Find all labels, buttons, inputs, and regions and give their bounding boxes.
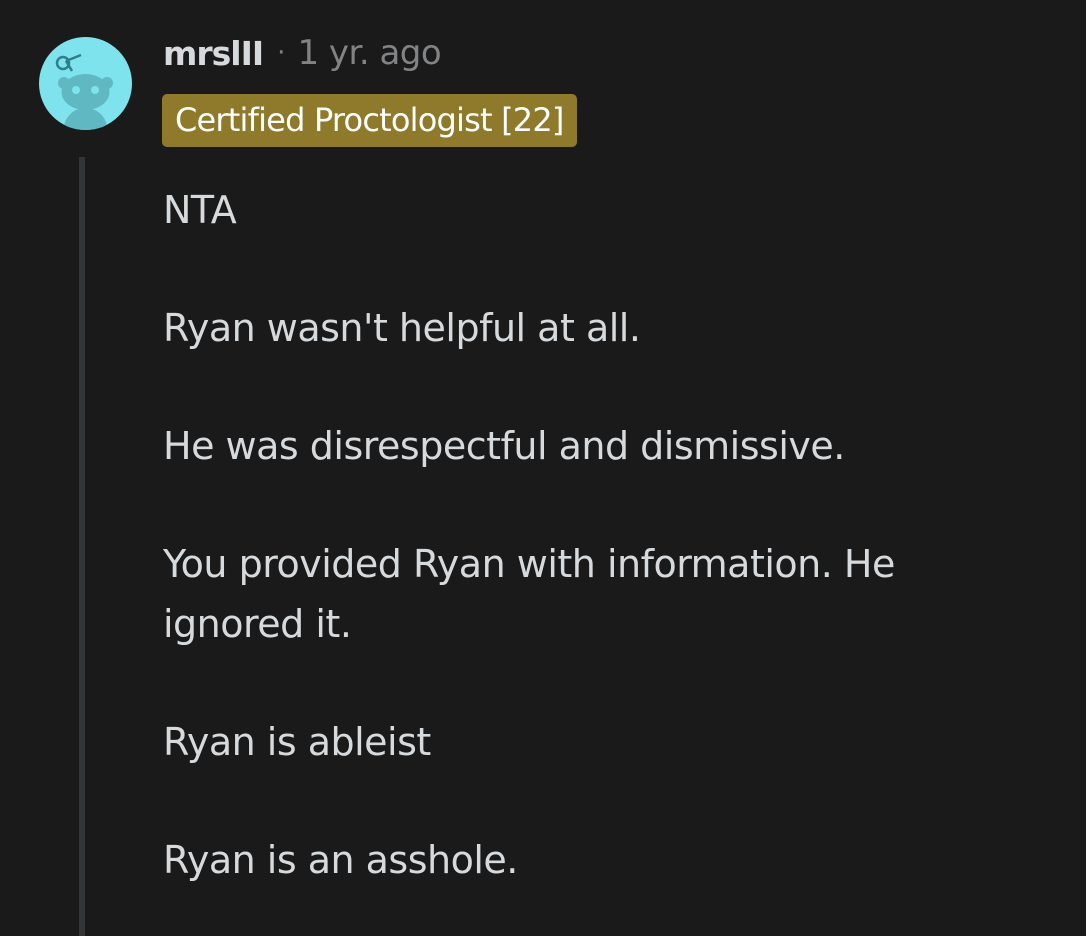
comment-paragraph: Ryan is an asshole. <box>163 838 518 882</box>
comment-meta: mrslII · 1 yr. ago <box>163 28 442 78</box>
meta-separator: · <box>277 38 286 68</box>
comment-paragraph: NTA <box>163 188 237 232</box>
comment-body: NTA Ryan wasn't helpful at all. He was d… <box>163 180 1063 936</box>
comment-paragraph: He was disrespectful and dismissive. <box>163 424 845 468</box>
avatar[interactable] <box>39 37 132 130</box>
thread-collapse-line[interactable] <box>79 157 85 936</box>
user-flair-badge: Certified Proctologist [22] <box>162 94 577 147</box>
comment-paragraph: You provided Ryan with information. He i… <box>163 542 895 646</box>
snoo-avatar-icon <box>55 53 113 130</box>
comment-paragraph: Ryan wasn't helpful at all. <box>163 306 641 350</box>
comment-timestamp[interactable]: 1 yr. ago <box>297 33 441 73</box>
comment-paragraph: Ryan is ableist <box>163 720 431 764</box>
author-username[interactable]: mrslII <box>163 34 264 73</box>
